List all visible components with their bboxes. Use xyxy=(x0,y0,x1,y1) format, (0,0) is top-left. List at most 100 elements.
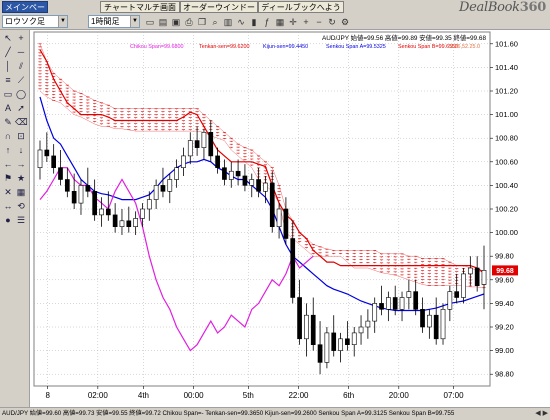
candle-up xyxy=(228,170,234,180)
candle-up xyxy=(481,270,487,285)
candle-up xyxy=(153,185,159,200)
x-tick-label: 8 xyxy=(45,391,50,400)
chart-panel[interactable]: 101.60 101.40 101.20 101.00 100.80 100.60 100.… xyxy=(30,30,550,407)
grid-icon[interactable]: ▦ xyxy=(274,16,286,28)
delete-icon[interactable]: ✕ xyxy=(2,186,14,198)
senkou-a-legend: Senkou Span A=99.5325 xyxy=(326,44,386,50)
x-tick-label: 00:00 xyxy=(184,391,205,400)
candle-up xyxy=(358,326,364,334)
candle-up xyxy=(37,149,43,169)
zoom-out-icon[interactable]: − xyxy=(313,16,325,28)
candle-up xyxy=(201,132,207,148)
y-tick-label: 99.40 xyxy=(495,299,514,308)
logo-text: DealBook xyxy=(459,0,520,15)
timeframe-value: 1時間足 xyxy=(91,17,120,26)
tab-main-page[interactable]: メインページ xyxy=(2,1,48,23)
time-axis: 8 02:00 4th 00:00 5th 22:00 6th 20:00 07:00 xyxy=(45,386,464,400)
line-chart-icon[interactable]: ∿ xyxy=(235,16,247,28)
chevron-down-icon[interactable]: ▼ xyxy=(58,16,67,27)
bar-chart-icon[interactable]: ▥ xyxy=(222,16,234,28)
text-icon[interactable]: A xyxy=(2,102,14,114)
candle-down xyxy=(345,338,350,345)
magnet-icon[interactable]: ∩ xyxy=(2,130,14,142)
tab-chart-multi[interactable]: チャートマルチ画面 xyxy=(100,1,180,13)
candle-down xyxy=(433,314,439,340)
gann-icon[interactable]: ⟋ xyxy=(15,74,27,86)
y-tick-label: 99.20 xyxy=(495,323,514,332)
bullet-icon[interactable]: ● xyxy=(2,214,14,226)
pointer-icon[interactable]: ↖ xyxy=(2,32,14,44)
candle-down xyxy=(215,155,220,169)
price-axis: 101.60 101.40 101.20 101.00 100.80 100.60 100.… xyxy=(490,39,518,379)
left-arrow-icon[interactable]: ← xyxy=(2,158,14,170)
candle-up xyxy=(249,179,255,186)
horizontal-line-icon[interactable]: ─ xyxy=(15,46,27,58)
cycle-icon[interactable]: ⟲ xyxy=(15,200,27,212)
tab-bar: メインページ チャートマルチ画面 オーダーウインドー ディールブックへようこそ … xyxy=(0,0,550,23)
right-arrow-icon[interactable]: → xyxy=(15,158,27,170)
candle-down xyxy=(269,182,275,227)
chart-type-select[interactable]: ロウソク足 ▼ xyxy=(2,15,68,28)
y-tick-label: 100.60 xyxy=(495,157,518,166)
x-tick-label: 07:00 xyxy=(444,391,465,400)
copy-icon[interactable]: ❐ xyxy=(196,16,208,28)
star-icon[interactable]: ★ xyxy=(15,172,27,184)
chart-properties-icon[interactable]: ▦ xyxy=(15,186,27,198)
channel-icon[interactable]: ⫽ xyxy=(15,60,27,72)
candle-down xyxy=(235,170,241,177)
open-icon[interactable]: ▤ xyxy=(157,16,169,28)
rectangle-icon[interactable]: ▭ xyxy=(2,88,14,100)
x-tick-label: 20:00 xyxy=(389,391,410,400)
down-arrow-icon[interactable]: ↓ xyxy=(15,144,27,156)
zoom-icon[interactable]: ⌕ xyxy=(209,16,221,28)
candle-up xyxy=(187,140,193,157)
scroll-arrows-icon[interactable]: ◀ ▶ xyxy=(535,409,548,419)
up-arrow-icon[interactable]: ↑ xyxy=(2,144,14,156)
ichimoku-chart[interactable]: 101.60 101.40 101.20 101.00 100.80 100.60 100.… xyxy=(30,30,550,407)
eraser-icon[interactable]: ⌫ xyxy=(15,116,28,128)
current-price-text: 99.68 xyxy=(496,268,514,275)
flag-icon[interactable]: ⚑ xyxy=(2,172,14,184)
pencil-icon[interactable]: ✎ xyxy=(2,116,14,128)
candle-up xyxy=(386,297,391,310)
tab-welcome[interactable]: ディールブックへようこそ xyxy=(258,1,344,23)
ohlc-legend: AUD/JPY 始値=99.56 高値=99.89 安値=99.35 終値=99… xyxy=(322,33,486,42)
settings-icon[interactable]: ⚙ xyxy=(339,16,351,28)
tab-order-window[interactable]: オーダーウインドー xyxy=(180,1,258,13)
ellipse-icon[interactable]: ◯ xyxy=(15,88,27,100)
lines-icon[interactable]: ☰ xyxy=(15,214,27,226)
print-icon[interactable]: ⎙ xyxy=(183,16,195,28)
save-icon[interactable]: ▣ xyxy=(170,16,182,28)
vertical-line-icon[interactable]: │ xyxy=(2,60,14,72)
refresh-icon[interactable]: ↻ xyxy=(326,16,338,28)
candle-down xyxy=(310,314,316,346)
candle-up xyxy=(365,320,371,328)
candle-down xyxy=(256,179,261,192)
crosshair-tool-icon[interactable]: + xyxy=(15,32,27,44)
arrow-icon[interactable]: ➚ xyxy=(15,102,27,114)
legend-extra: 9.26,52.25.0 xyxy=(450,44,480,50)
new-chart-icon[interactable]: ▭ xyxy=(144,16,156,28)
candle-up xyxy=(427,314,432,328)
lock-icon[interactable]: ⊡ xyxy=(15,130,27,142)
x-tick-label: 6th xyxy=(343,391,354,400)
candle-up xyxy=(338,338,343,351)
candle-up xyxy=(146,199,152,210)
logo-suffix: 360 xyxy=(519,0,547,15)
trendline-icon[interactable]: ╱ xyxy=(2,46,14,58)
candle-down xyxy=(64,179,70,192)
candle-down xyxy=(454,291,460,298)
zoom-in-icon[interactable]: + xyxy=(300,16,312,28)
x-tick-label: 22:00 xyxy=(288,391,309,400)
crosshair-icon[interactable]: ✛ xyxy=(287,16,299,28)
candle-icon[interactable]: ▮ xyxy=(248,16,260,28)
chevron-down-icon[interactable]: ▼ xyxy=(130,16,139,27)
candle-down xyxy=(297,297,302,340)
drawing-tools: ↖ + ╱ ─ │ ⫽ ≡ ⟋ ▭ ◯ A ➚ ✎ ⌫ ∩ ⊡ ↑ ↓ ← → … xyxy=(0,30,30,407)
measure-icon[interactable]: ↔ xyxy=(2,200,14,212)
candle-up xyxy=(78,185,84,204)
indicator-icon[interactable]: ƒ xyxy=(261,16,273,28)
fibonacci-icon[interactable]: ≡ xyxy=(2,74,14,86)
timeframe-select[interactable]: 1時間足 ▼ xyxy=(88,15,140,28)
y-tick-label: 100.40 xyxy=(495,181,518,190)
